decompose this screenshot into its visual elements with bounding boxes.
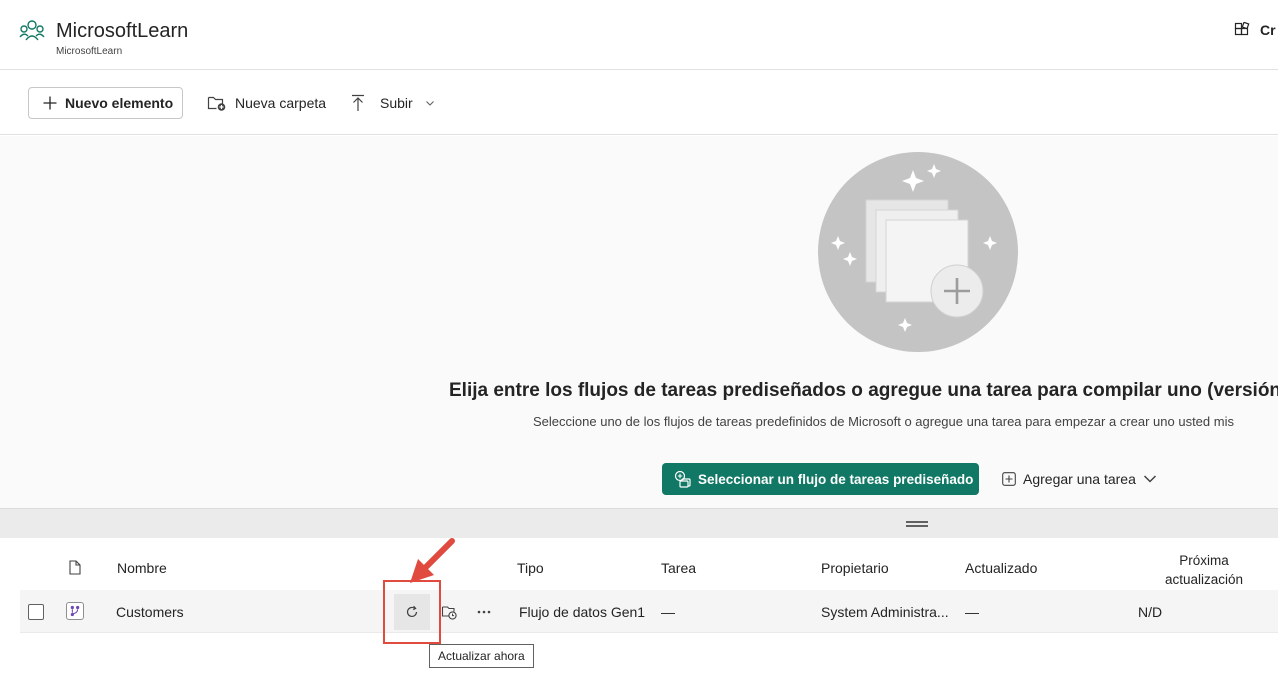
task-flow-illustration xyxy=(818,152,1018,352)
item-updated: — xyxy=(965,604,979,620)
column-header-next-refresh-line1: Próxima xyxy=(1179,553,1229,568)
task-flow-canvas: Elija entre los flujos de tareas predise… xyxy=(0,136,1278,508)
add-task-button[interactable]: Agregar una tarea xyxy=(1002,463,1157,495)
empty-state-subtitle: Seleccione uno de los flujos de tareas p… xyxy=(533,414,1234,429)
upload-button[interactable]: Subir xyxy=(350,87,435,119)
upload-label: Subir xyxy=(380,95,413,111)
schedule-refresh-icon[interactable] xyxy=(441,604,457,620)
workspace-header: MicrosoftLearn MicrosoftLearn Cr xyxy=(0,0,1278,70)
create-app-label: Cr xyxy=(1260,22,1276,38)
column-header-owner[interactable]: Propietario xyxy=(821,560,889,576)
new-folder-button[interactable]: Nueva carpeta xyxy=(207,87,326,119)
plus-icon xyxy=(43,96,57,110)
chevron-down-icon xyxy=(425,101,434,106)
column-header-name[interactable]: Nombre xyxy=(117,560,167,576)
toolbar: Nuevo elemento Nueva carpeta Subir xyxy=(0,71,1278,135)
empty-state-title: Elija entre los flujos de tareas predise… xyxy=(449,380,1278,401)
item-list: Nombre Tipo Tarea Propietario Actualizad… xyxy=(0,538,1278,697)
new-folder-label: Nueva carpeta xyxy=(235,95,327,111)
workspace-subtitle: MicrosoftLearn xyxy=(56,46,123,57)
table-row[interactable]: Customers Flujo de datos Gen1 — System A… xyxy=(20,590,1278,633)
column-header-task[interactable]: Tarea xyxy=(661,560,696,576)
row-checkbox[interactable] xyxy=(28,604,44,620)
more-options-icon[interactable] xyxy=(477,610,491,614)
column-header-updated[interactable]: Actualizado xyxy=(965,560,1037,576)
chevron-down-icon xyxy=(1143,475,1156,483)
column-header-next-refresh[interactable]: Próxima actualización xyxy=(1150,551,1258,589)
dataflow-icon xyxy=(66,602,84,620)
file-type-header-icon xyxy=(69,560,81,575)
workspace-title: MicrosoftLearn xyxy=(56,20,189,42)
apps-icon xyxy=(1234,22,1250,36)
annotation-highlight-box xyxy=(383,580,441,644)
column-header-next-refresh-line2: actualización xyxy=(1164,572,1244,587)
splitter-grip-icon[interactable] xyxy=(906,521,928,527)
folder-add-icon xyxy=(207,96,226,111)
column-header-type[interactable]: Tipo xyxy=(517,560,544,576)
add-task-label: Agregar una tarea xyxy=(1023,471,1136,487)
item-name-link[interactable]: Customers xyxy=(116,604,184,620)
item-owner: System Administra... xyxy=(821,604,949,620)
new-item-label: Nuevo elemento xyxy=(65,95,174,111)
new-item-button[interactable]: Nuevo elemento xyxy=(28,87,183,119)
pane-splitter[interactable] xyxy=(0,508,1278,538)
upload-icon xyxy=(352,94,364,111)
workspace-people-icon xyxy=(19,20,45,41)
create-app-button[interactable]: Cr xyxy=(1234,22,1276,38)
flow-add-icon xyxy=(674,470,691,488)
add-square-icon xyxy=(1002,472,1016,486)
refresh-now-tooltip: Actualizar ahora xyxy=(429,644,534,668)
item-type: Flujo de datos Gen1 xyxy=(519,604,646,620)
item-task: — xyxy=(661,604,675,620)
item-next-refresh: N/D xyxy=(1138,604,1163,620)
select-predesigned-flow-button[interactable]: Seleccionar un flujo de tareas prediseña… xyxy=(662,463,979,495)
select-predesigned-flow-label: Seleccionar un flujo de tareas prediseña… xyxy=(698,471,974,487)
